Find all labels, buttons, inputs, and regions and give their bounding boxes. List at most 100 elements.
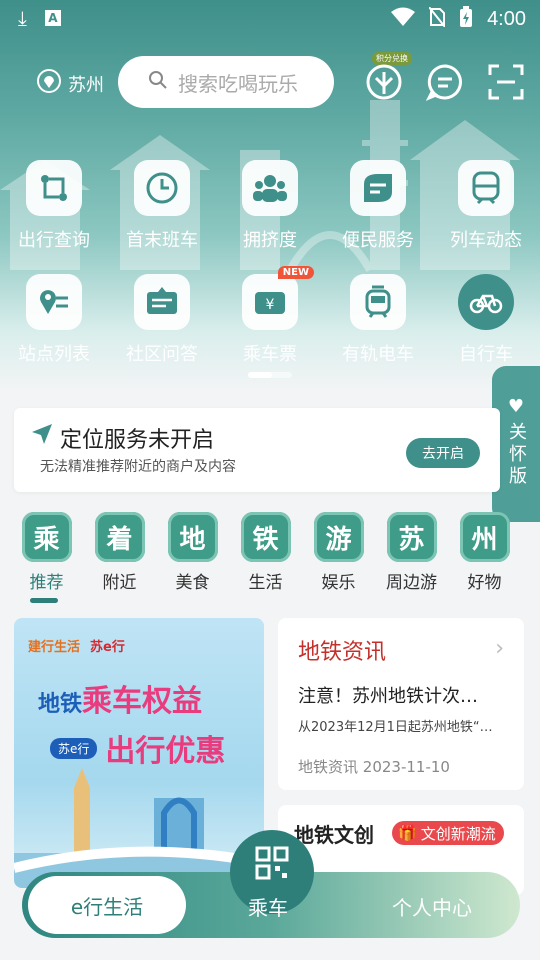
- tram-icon: [350, 274, 406, 330]
- no-sim-icon: [428, 6, 446, 32]
- care-mode-label: 关怀版: [506, 422, 527, 488]
- navigation-arrow-icon: [30, 422, 54, 450]
- scan-icon[interactable]: [484, 60, 528, 104]
- pager-active-dot: [248, 372, 272, 378]
- promo-banner[interactable]: 建行生活 苏e行 地铁乘车权益 苏e行 出行优惠: [14, 618, 264, 888]
- search-input[interactable]: 搜索吃喝玩乐: [118, 56, 334, 108]
- bicycle-icon: [458, 274, 514, 330]
- quick-grid-row-2: 站点列表 社区问答 NEW ¥ 乘车票 有轨电车 自行车: [0, 266, 540, 366]
- banner-line-1b: 乘车权益: [82, 684, 203, 719]
- community-icon: [134, 274, 190, 330]
- category-active-indicator: [30, 598, 58, 603]
- grid-item-first-last-train[interactable]: 首末班车: [108, 160, 216, 252]
- grid-label: 乘车票: [243, 344, 297, 365]
- grid-label: 社区问答: [126, 344, 198, 365]
- category-badge: 铁: [240, 512, 291, 562]
- tab-e-life[interactable]: e行生活: [28, 876, 186, 934]
- crowd-icon: [242, 160, 298, 216]
- banner-tag: 苏e行: [50, 737, 98, 759]
- route-icon: [26, 160, 82, 216]
- location-card-title: 定位服务未开启: [60, 428, 215, 453]
- grid-label: 出行查询: [18, 230, 90, 251]
- points-exchange-icon[interactable]: [362, 60, 406, 104]
- grid-item-train-status[interactable]: 列车动态: [432, 160, 540, 252]
- category-label: 周边游: [386, 573, 437, 593]
- category-badge: 地: [167, 512, 218, 562]
- tab-ride-label[interactable]: 乘车: [248, 892, 288, 921]
- city-name: 苏州: [68, 74, 104, 96]
- grid-label: 首末班车: [126, 230, 198, 251]
- gift-icon: 🎁: [398, 824, 417, 842]
- grid-item-crowding[interactable]: 拥挤度: [216, 160, 324, 252]
- category-label: 生活: [248, 573, 283, 593]
- category-tab-life[interactable]: 铁生活: [229, 512, 302, 604]
- category-label: 附近: [102, 573, 137, 593]
- battery-charging-icon: [459, 6, 473, 33]
- station-list-icon: [26, 274, 82, 330]
- qr-code-icon: [254, 846, 290, 885]
- grid-label: 列车动态: [450, 230, 522, 251]
- top-bar: 苏州 搜索吃喝玩乐 积分兑换: [0, 52, 540, 108]
- category-tab-recommend[interactable]: 乘推荐: [10, 512, 83, 604]
- metro-news-card[interactable]: 地铁资讯 › 注意！苏州地铁计次… 从2023年12月1日起苏州地铁“… 地铁资…: [278, 618, 524, 790]
- wenchuang-tag-label: 文创新潮流: [420, 824, 496, 843]
- grid-label: 有轨电车: [342, 344, 414, 365]
- news-heading: 地铁资讯: [298, 640, 387, 665]
- category-tab-nearby[interactable]: 着附近: [83, 512, 156, 604]
- news-meta: 地铁资讯 2023-11-10: [298, 756, 450, 777]
- category-badge: 着: [94, 512, 145, 562]
- category-tab-entertainment[interactable]: 游娱乐: [302, 512, 375, 604]
- grid-item-route-query[interactable]: 出行查询: [0, 160, 108, 252]
- category-badge: 乘: [21, 512, 72, 562]
- banner-line-2: 出行优惠: [105, 734, 226, 769]
- banner-city-illustration: [14, 768, 264, 888]
- new-badge: NEW: [277, 266, 314, 279]
- news-subtitle: 从2023年12月1日起苏州地铁“…: [298, 720, 493, 735]
- category-tab-goods[interactable]: 州好物: [448, 512, 521, 604]
- train-icon: [458, 160, 514, 216]
- wenchuang-tag: 🎁 文创新潮流: [392, 821, 504, 845]
- font-app-icon: A: [44, 10, 61, 26]
- grid-label: 自行车: [459, 344, 513, 365]
- quick-grid-row-1: 出行查询 首末班车 拥挤度 便民服务 列车动态: [0, 160, 540, 252]
- enable-location-button[interactable]: 去开启: [406, 438, 480, 468]
- grid-item-ride-ticket[interactable]: NEW ¥ 乘车票: [216, 266, 324, 366]
- category-badge: 苏: [386, 512, 437, 562]
- location-pin-icon: [36, 68, 62, 99]
- search-placeholder: 搜索吃喝玩乐: [178, 71, 298, 96]
- location-service-card: 定位服务未开启 无法精准推荐附近的商户及内容 去开启: [14, 408, 500, 492]
- tab-profile[interactable]: 个人中心: [392, 892, 472, 921]
- wifi-icon: [391, 7, 416, 32]
- category-label: 好物: [467, 573, 502, 593]
- grid-item-convenience-service[interactable]: 便民服务: [324, 160, 432, 252]
- search-icon: [148, 70, 168, 95]
- status-bar: ⤓ A 4:00: [0, 0, 540, 36]
- category-badge: 游: [313, 512, 364, 562]
- chevron-right-icon[interactable]: ›: [495, 636, 504, 661]
- category-label: 美食: [175, 573, 210, 593]
- grid-label: 拥挤度: [243, 230, 297, 251]
- grid-item-tram[interactable]: 有轨电车: [324, 274, 432, 366]
- grid-item-community-qa[interactable]: 社区问答: [108, 274, 216, 366]
- news-source: 地铁资讯: [298, 758, 359, 776]
- grid-label: 站点列表: [18, 344, 90, 365]
- category-tabs: 乘推荐 着附近 地美食 铁生活 游娱乐 苏周边游 州好物: [0, 512, 540, 604]
- ticket-icon: ¥: [242, 274, 298, 330]
- message-icon[interactable]: [423, 60, 467, 104]
- grid-label: 便民服务: [342, 230, 414, 251]
- clock-time: 4:00: [487, 8, 526, 30]
- city-selector[interactable]: 苏州: [36, 68, 104, 99]
- ccb-life-logo: 建行生活: [28, 640, 81, 655]
- category-label: 推荐: [29, 573, 64, 593]
- clock-icon: [134, 160, 190, 216]
- category-badge: 州: [459, 512, 510, 562]
- grid-item-station-list[interactable]: 站点列表: [0, 274, 108, 366]
- location-card-subtitle: 无法精准推荐附近的商户及内容: [40, 459, 236, 475]
- su-e-xing-logo: 苏e行: [90, 640, 125, 655]
- category-tab-food[interactable]: 地美食: [156, 512, 229, 604]
- grid-item-bicycle[interactable]: 自行车: [432, 274, 540, 366]
- category-tab-nearby-trips[interactable]: 苏周边游: [375, 512, 448, 604]
- tab-e-life-label: e行生活: [70, 894, 144, 919]
- news-date: 2023-11-10: [362, 758, 450, 776]
- svg-text:¥: ¥: [266, 297, 275, 313]
